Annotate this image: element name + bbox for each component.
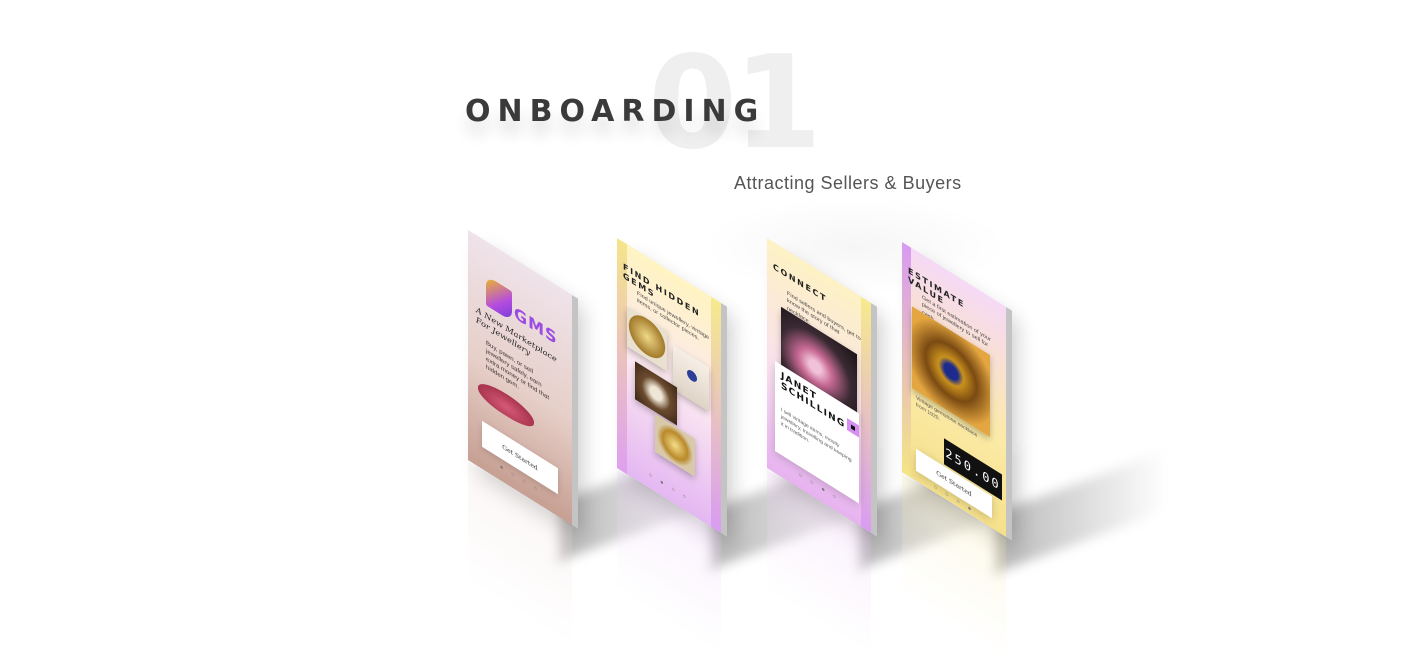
decor-strip [861, 296, 871, 533]
section-title: ONBOARDING [465, 94, 766, 129]
section-subtitle: Attracting Sellers & Buyers [734, 173, 962, 193]
necklace-photo [673, 344, 709, 412]
